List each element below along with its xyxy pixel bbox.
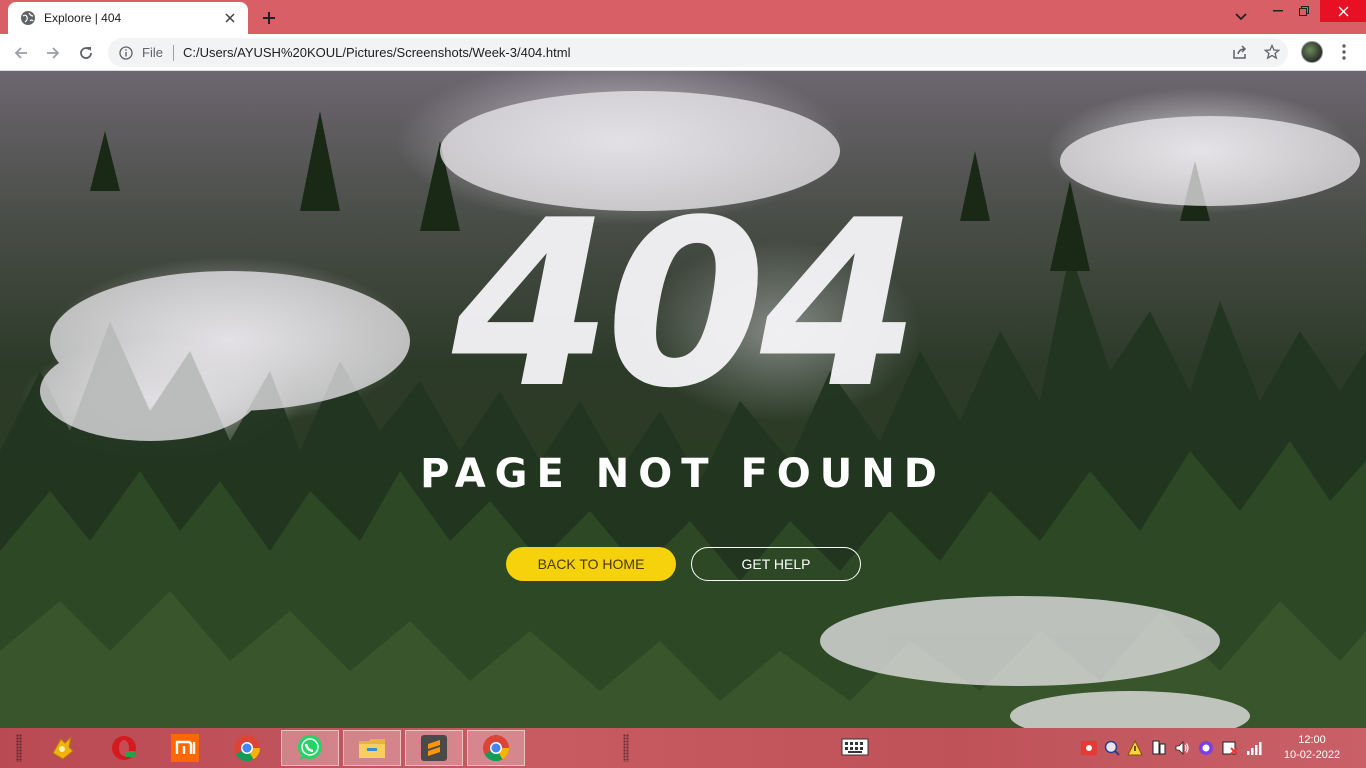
file-explorer-icon[interactable] bbox=[343, 730, 401, 766]
globe-icon bbox=[20, 10, 36, 26]
opera-browser-icon[interactable] bbox=[95, 730, 153, 766]
browser-toolbar: File C:/Users/AYUSH%20KOUL/Pictures/Scre… bbox=[0, 34, 1366, 71]
tab-search-icon[interactable] bbox=[1224, 6, 1258, 28]
restore-icon[interactable] bbox=[1287, 0, 1321, 22]
close-window-icon[interactable] bbox=[1320, 0, 1366, 22]
device-icon[interactable] bbox=[1150, 740, 1168, 756]
network-flag-icon[interactable] bbox=[1221, 740, 1239, 756]
signal-icon[interactable] bbox=[1245, 740, 1265, 756]
browser-tab[interactable]: Exploore | 404 bbox=[8, 2, 248, 34]
pineapple-app-icon[interactable] bbox=[33, 730, 91, 766]
share-icon[interactable] bbox=[1231, 43, 1249, 61]
warning-icon[interactable] bbox=[1126, 740, 1144, 756]
get-help-button[interactable]: GET HELP bbox=[691, 547, 861, 581]
taskbar-grip[interactable] bbox=[16, 734, 22, 762]
clock-time: 12:00 bbox=[1298, 734, 1326, 746]
forward-arrow-icon[interactable] bbox=[41, 41, 65, 65]
back-arrow-icon[interactable] bbox=[9, 41, 33, 65]
address-bar[interactable]: File C:/Users/AYUSH%20KOUL/Pictures/Scre… bbox=[108, 38, 1288, 67]
whatsapp-icon[interactable] bbox=[281, 730, 339, 766]
url-scheme: File bbox=[142, 45, 163, 60]
chrome-icon[interactable] bbox=[218, 730, 276, 766]
record-icon[interactable] bbox=[1080, 740, 1098, 756]
page-viewport: 404 PAGE NOT FOUND BACK TO HOME GET HELP bbox=[0, 71, 1366, 728]
error-code: 404 bbox=[451, 172, 920, 439]
browser-titlebar: Exploore | 404 bbox=[0, 0, 1366, 34]
profile-avatar[interactable] bbox=[1301, 41, 1323, 63]
mi-app-icon[interactable] bbox=[156, 730, 214, 766]
info-icon[interactable] bbox=[119, 45, 133, 60]
close-tab-icon[interactable] bbox=[222, 10, 238, 26]
circle-app-icon[interactable] bbox=[1197, 740, 1215, 756]
new-tab-button[interactable] bbox=[258, 7, 280, 29]
more-menu-icon[interactable] bbox=[1336, 42, 1352, 62]
bookmark-star-icon[interactable] bbox=[1263, 43, 1281, 61]
sublime-text-icon[interactable] bbox=[405, 730, 463, 766]
reload-icon[interactable] bbox=[74, 41, 98, 65]
back-to-home-button[interactable]: BACK TO HOME bbox=[506, 547, 676, 581]
url-separator bbox=[172, 44, 174, 61]
system-clock[interactable]: 12:00 10-02-2022 bbox=[1282, 733, 1342, 763]
clock-date: 10-02-2022 bbox=[1283, 749, 1341, 761]
chrome-active-icon[interactable] bbox=[467, 730, 525, 766]
error-content: 404 PAGE NOT FOUND BACK TO HOME GET HELP bbox=[0, 71, 1366, 728]
keyboard-icon[interactable] bbox=[840, 738, 870, 756]
tab-title: Exploore | 404 bbox=[44, 11, 122, 25]
volume-icon[interactable] bbox=[1173, 740, 1191, 756]
windows-taskbar: 12:00 10-02-2022 bbox=[0, 728, 1366, 768]
url-text[interactable]: C:/Users/AYUSH%20KOUL/Pictures/Screensho… bbox=[183, 45, 571, 60]
error-message: PAGE NOT FOUND bbox=[420, 451, 946, 497]
taskbar-grip-2[interactable] bbox=[623, 734, 629, 762]
search-tray-icon[interactable] bbox=[1103, 740, 1121, 756]
